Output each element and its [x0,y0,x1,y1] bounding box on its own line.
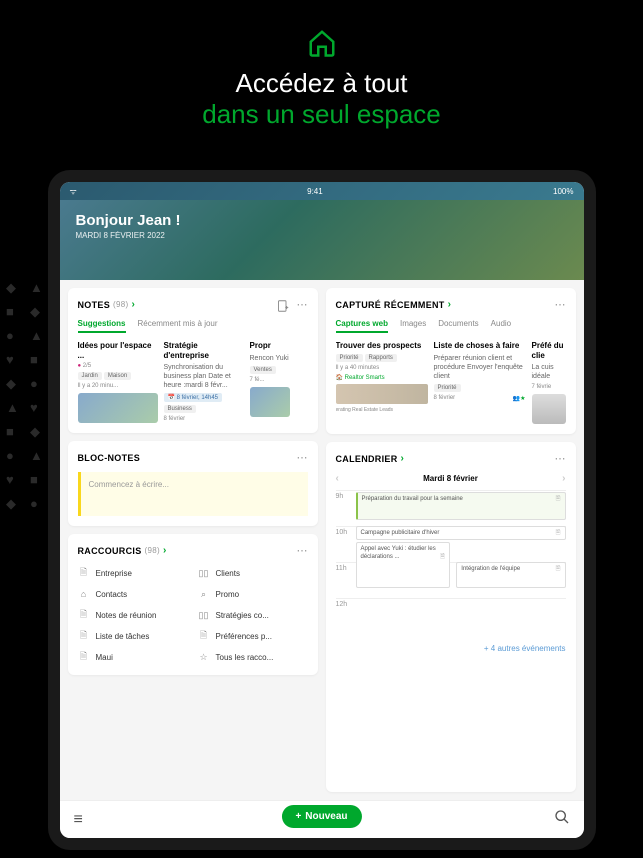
main-content: NOTES(98)› ⋯ Suggestions Récemment mis à… [60,280,584,800]
new-note-icon[interactable] [277,299,289,311]
tab-images[interactable]: Images [400,319,426,333]
captured-panel: CAPTURÉ RÉCEMMENT› ⋯ Captures web Images… [326,288,576,434]
shortcut-item[interactable]: ⌕Promo [198,586,308,602]
calendar-event[interactable]: Appel avec Yuki : étudier les déclaratio… [356,542,451,588]
note-link-icon: 🗎 [440,554,445,561]
greeting-banner: Bonjour Jean ! MARDI 8 FÉVRIER 2022 [60,200,584,280]
calendar-date: Mardi 8 février [423,474,478,483]
app-screen: ᯤ 9:41 100% Bonjour Jean ! MARDI 8 FÉVRI… [60,182,584,838]
calendar-more-icon[interactable]: ⋯ [555,452,566,465]
status-battery: 100% [553,187,573,196]
doc-icon: 🗎 [78,630,90,642]
left-column: NOTES(98)› ⋯ Suggestions Récemment mis à… [68,288,318,792]
calendar-prev-button[interactable]: ‹ [336,473,339,484]
tab-audio[interactable]: Audio [491,319,511,333]
right-column: CAPTURÉ RÉCEMMENT› ⋯ Captures web Images… [326,288,576,792]
captured-title[interactable]: CAPTURÉ RÉCEMMENT› [336,299,452,310]
shortcut-item[interactable]: ▯▯Stratégies co... [198,607,308,623]
note-card[interactable]: Propr Rencon Yuki Ventes 7 fé... [250,341,290,423]
capture-thumbnail [532,394,566,424]
calendar-event[interactable]: Campagne publicitaire d'hiver🗎 [356,526,566,540]
notes-more-icon[interactable]: ⋯ [297,298,308,311]
chevron-right-icon: › [163,545,167,556]
shortcuts-more-icon[interactable]: ⋯ [297,544,308,557]
scratchpad-title: BLOC-NOTES [78,453,141,463]
calendar-event[interactable]: Intégration de l'équipe🗎 [456,562,565,588]
chevron-right-icon: › [401,453,405,464]
capture-thumbnail [336,384,428,404]
tab-web-captures[interactable]: Captures web [336,319,388,333]
new-button[interactable]: + Nouveau [281,805,361,828]
notes-panel: NOTES(98)› ⋯ Suggestions Récemment mis à… [68,288,318,433]
note-thumbnail [250,387,290,417]
greeting-text: Bonjour Jean ! [76,212,568,229]
calendar-next-button[interactable]: › [562,473,565,484]
doc-icon: 🗎 [78,609,90,621]
book-icon: ▯▯ [198,567,210,579]
calendar-title[interactable]: CALENDRIER› [336,453,405,464]
shared-icon: 👥★ [513,395,526,402]
hero-title-line2: dans un seul espace [0,99,643,130]
status-time: 9:41 [307,187,323,196]
note-link-icon: 🗎 [556,530,561,537]
search-icon[interactable] [554,809,570,830]
doc-icon: 🗎 [78,651,90,663]
doc-icon: 🗎 [78,567,90,579]
notes-tabs: Suggestions Récemment mis à jour [78,319,308,333]
book-icon: ▯▯ [198,609,210,621]
status-bar: ᯤ 9:41 100% [60,182,584,200]
doc-icon: 🗎 [198,630,210,642]
wifi-icon: ᯤ [70,186,77,197]
scratchpad-input[interactable]: Commencez à écrire... [78,472,308,516]
captured-card[interactable]: Trouver des prospects PrioritéRapports I… [336,341,428,424]
captured-tabs: Captures web Images Documents Audio [336,319,566,333]
note-link-icon: 🗎 [556,566,561,573]
star-icon: ☆ [198,651,210,663]
captured-card[interactable]: Liste de choses à faire Préparer réunion… [434,341,526,424]
scratchpad-more-icon[interactable]: ⋯ [297,451,308,464]
shortcut-item[interactable]: 🗎Préférences p... [198,628,308,644]
tab-suggestions[interactable]: Suggestions [78,319,126,333]
shortcuts-panel: RACCOURCIS(98)› ⋯ 🗎Entreprise ▯▯Clients ⌂C… [68,534,318,675]
captured-card[interactable]: Préfé du clie La cuis idéale 7 févrie [532,341,566,424]
shortcuts-title[interactable]: RACCOURCIS(98)› [78,545,167,556]
note-card[interactable]: Idées pour l'espace ... ● 2/5 JardinMais… [78,341,158,423]
shortcut-item[interactable]: 🗎Notes de réunion [78,607,188,623]
note-thumbnail [78,393,158,423]
tab-recent[interactable]: Récemment mis à jour [138,319,218,333]
shortcut-item[interactable]: 🗎Liste de tâches [78,628,188,644]
calendar-more-events[interactable]: + 4 autres événements [336,644,566,653]
captured-more-icon[interactable]: ⋯ [555,298,566,311]
search-icon: ⌕ [198,588,210,600]
shortcut-item[interactable]: ☆Tous les racco... [198,649,308,665]
hero-section: Accédez à tout dans un seul espace [0,0,643,146]
note-card[interactable]: Stratégie d'entreprise Synchronisation d… [164,341,244,423]
bottom-bar: ≡ + Nouveau [60,800,584,838]
greeting-date: MARDI 8 FÉVRIER 2022 [76,231,568,240]
hero-title-line1: Accédez à tout [0,68,643,99]
chevron-right-icon: › [131,299,135,310]
tab-documents[interactable]: Documents [438,319,478,333]
shortcut-item[interactable]: ▯▯Clients [198,565,308,581]
calendar-event[interactable]: Préparation du travail pour la semaine🗎 [356,492,566,520]
home-icon: ⌂ [78,588,90,600]
scratchpad-panel: BLOC-NOTES ⋯ Commencez à écrire... [68,441,318,526]
plus-icon: + [295,811,301,822]
notes-title[interactable]: NOTES(98)› [78,299,136,310]
menu-icon[interactable]: ≡ [74,811,83,829]
shortcut-item[interactable]: ⌂Contacts [78,586,188,602]
calendar-grid: 9h10h11h12h Préparation du travail pour … [336,490,566,640]
home-icon [307,28,337,58]
calendar-panel: CALENDRIER› ⋯ ‹ Mardi 8 février › 9h10h1… [326,442,576,792]
tablet-frame: ᯤ 9:41 100% Bonjour Jean ! MARDI 8 FÉVRI… [48,170,596,850]
note-link-icon: 🗎 [556,496,561,503]
shortcut-item[interactable]: 🗎Entreprise [78,565,188,581]
chevron-right-icon: › [448,299,452,310]
shortcut-item[interactable]: 🗎Maui [78,649,188,665]
